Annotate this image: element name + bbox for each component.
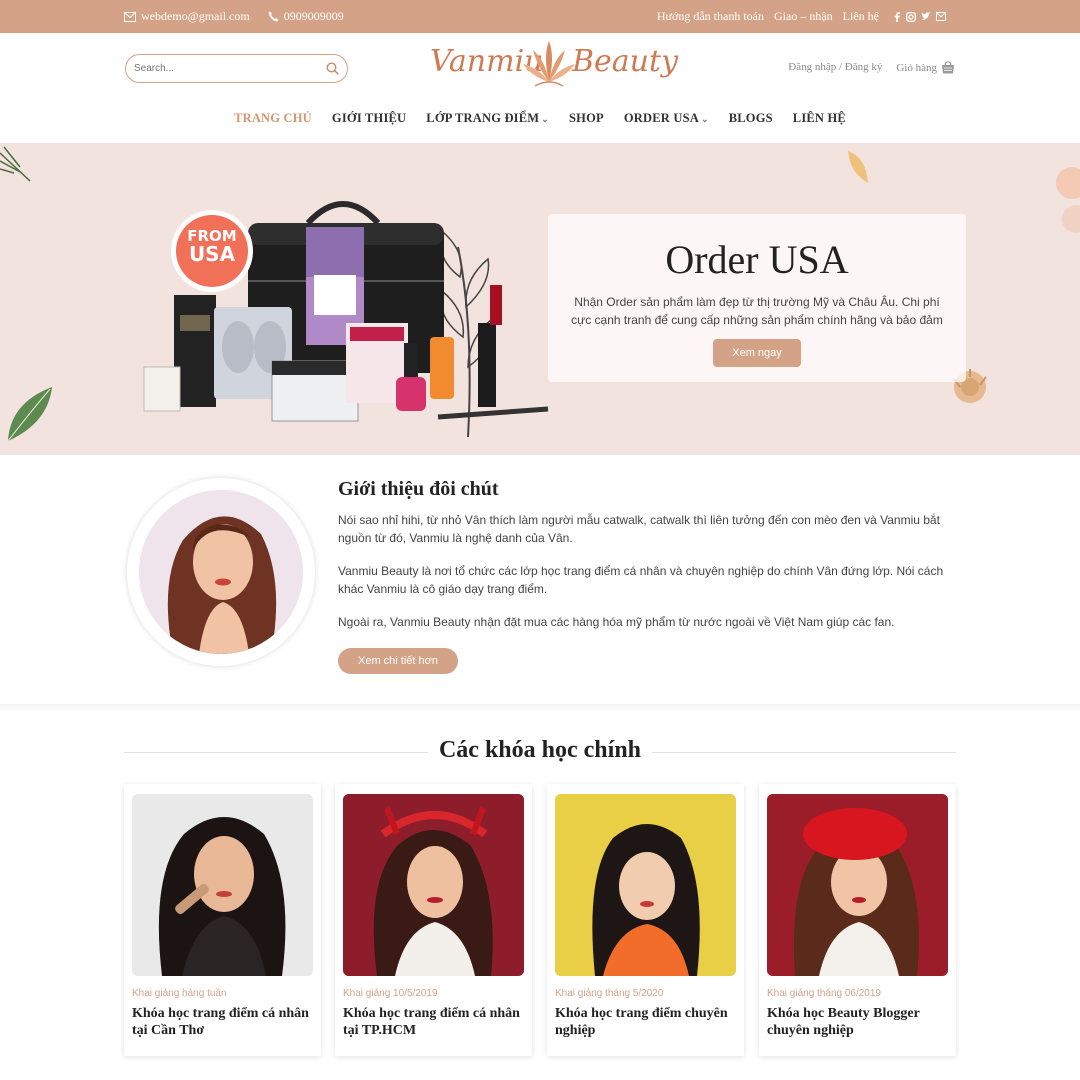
intro-paragraph: Nói sao nhỉ hihi, từ nhỏ Vân thích làm n…: [338, 513, 940, 545]
hero-banner: FROM USA Order USA Nhận Order sản phẩm l…: [0, 143, 1080, 455]
social-icons: [893, 11, 946, 22]
shopping-bag-icon: [942, 61, 954, 74]
nav-item-order-usa-label: ORDER USA: [623, 111, 699, 125]
top-links: Hướng dẫn thanh toán Giao – nhận Liên hệ: [657, 9, 946, 24]
search-icon[interactable]: [326, 62, 339, 75]
section-divider: [0, 704, 1080, 712]
chevron-down-icon: ⌄: [541, 114, 550, 124]
more-details-button[interactable]: Xem chi tiết hơn: [338, 648, 458, 674]
contact-info: webdemo@gmail.com 0909009009: [124, 9, 344, 24]
course-date: Khai giảng 10/5/2019: [343, 988, 438, 999]
phone-link[interactable]: 0909009009: [268, 9, 344, 24]
envelope-icon: [124, 11, 136, 22]
payment-guide-link[interactable]: Hướng dẫn thanh toán: [657, 9, 764, 24]
course-card[interactable]: Khai giảng tháng 06/2019 Khóa học Beauty…: [759, 784, 956, 1056]
nav-item-home[interactable]: TRANG CHỦ: [234, 111, 312, 126]
course-date: Khai giảng tháng 06/2019: [767, 988, 881, 999]
intro-title: Giới thiệu đôi chút: [338, 478, 499, 500]
cart-label: Giỏ hàng: [896, 61, 937, 74]
course-name[interactable]: Khóa học Beauty Blogger chuyên nghiệp: [767, 1005, 953, 1039]
intro-paragraph: Ngoài ra, Vanmiu Beauty nhận đặt mua các…: [338, 615, 895, 629]
course-name[interactable]: Khóa học trang điểm cá nhân tại Cần Thơ: [132, 1005, 318, 1039]
hero-promo-card: Order USA Nhận Order sản phẩm làm đẹp từ…: [548, 214, 966, 382]
facebook-icon[interactable]: [893, 11, 901, 22]
cart-link[interactable]: Giỏ hàng: [896, 61, 955, 74]
profile-avatar: [127, 478, 315, 666]
login-link[interactable]: Đăng nhập / Đăng ký: [788, 61, 882, 74]
course-photo[interactable]: [767, 794, 948, 976]
courses-title: Các khóa học chính: [438, 737, 642, 763]
main-nav: TRANG CHỦ GIỚI THIỆU LỚP TRANG ĐIỂM ⌄ SHO…: [0, 111, 1080, 126]
site-logo[interactable]: Vanmiu Beauty: [430, 38, 678, 94]
course-card[interactable]: Khai giảng hàng tuần Khóa học trang điểm…: [124, 784, 321, 1056]
badge-line-usa: USA: [188, 242, 236, 266]
site-header: Vanmiu Beauty Đăng nhập / Đăng ký Giỏ hà…: [0, 33, 1080, 143]
search-box[interactable]: [125, 54, 348, 83]
cosmetics-product-image: FROM USA: [138, 187, 558, 445]
intro-section: Giới thiệu đôi chút Nói sao nhỉ hihi, từ…: [338, 478, 958, 674]
course-photo[interactable]: [555, 794, 736, 976]
from-usa-badge: FROM USA: [176, 227, 248, 266]
course-name[interactable]: Khóa học trang điểm cá nhân tại TP.HCM: [343, 1005, 529, 1039]
course-date: Khai giảng tháng 5/2020: [555, 988, 664, 999]
course-photo[interactable]: [132, 794, 313, 976]
nav-item-makeup-class-label: LỚP TRANG ĐIỂM: [426, 111, 540, 125]
nav-item-shop[interactable]: SHOP: [569, 111, 604, 126]
email-text: webdemo@gmail.com: [141, 9, 250, 23]
lotus-logo-icon: [523, 41, 575, 87]
chevron-down-icon: ⌄: [700, 114, 709, 124]
green-leaf-decoration: [7, 387, 52, 442]
twitter-icon[interactable]: [921, 11, 931, 21]
account-links: Đăng nhập / Đăng ký Giỏ hàng: [788, 61, 955, 74]
nav-item-blogs[interactable]: BLOGS: [729, 111, 773, 126]
yellow-leaf-decoration: [848, 151, 868, 183]
intro-paragraph: Vanmiu Beauty là nơi tổ chức các lớp học…: [338, 564, 944, 596]
top-bar: webdemo@gmail.com 0909009009 Hướng dẫn t…: [0, 0, 1080, 33]
hero-description: Nhận Order sản phẩm làm đẹp từ thị trườn…: [571, 295, 943, 327]
email-link[interactable]: webdemo@gmail.com: [124, 9, 250, 24]
nav-item-makeup-class[interactable]: LỚP TRANG ĐIỂM ⌄: [426, 111, 549, 126]
nav-item-contact[interactable]: LIÊN HỆ: [793, 111, 846, 126]
course-card[interactable]: Khai giảng 10/5/2019 Khóa học trang điểm…: [335, 784, 532, 1056]
course-name[interactable]: Khóa học trang điểm chuyên nghiệp: [555, 1005, 741, 1039]
email-icon[interactable]: [936, 11, 946, 21]
view-now-button[interactable]: Xem ngay: [713, 339, 801, 367]
course-card[interactable]: Khai giảng tháng 5/2020 Khóa học trang đ…: [547, 784, 744, 1056]
nav-item-about[interactable]: GIỚI THIỆU: [332, 111, 406, 126]
delivery-link[interactable]: Giao – nhận: [774, 9, 833, 24]
hero-title: Order USA: [665, 237, 849, 282]
course-date: Khai giảng hàng tuần: [132, 988, 227, 999]
search-input[interactable]: [134, 63, 326, 74]
logo-text-beauty: Beauty: [572, 44, 679, 79]
peach-flower-decoration: [1056, 167, 1080, 233]
contact-link[interactable]: Liên hệ: [843, 9, 879, 24]
nav-item-order-usa[interactable]: ORDER USA ⌄: [624, 111, 709, 126]
instagram-icon[interactable]: [906, 11, 916, 22]
course-photo[interactable]: [343, 794, 524, 976]
phone-icon: [268, 11, 279, 22]
palm-leaf-decoration: [0, 146, 31, 182]
phone-text: 0909009009: [283, 9, 344, 23]
profile-photo: [139, 490, 303, 654]
